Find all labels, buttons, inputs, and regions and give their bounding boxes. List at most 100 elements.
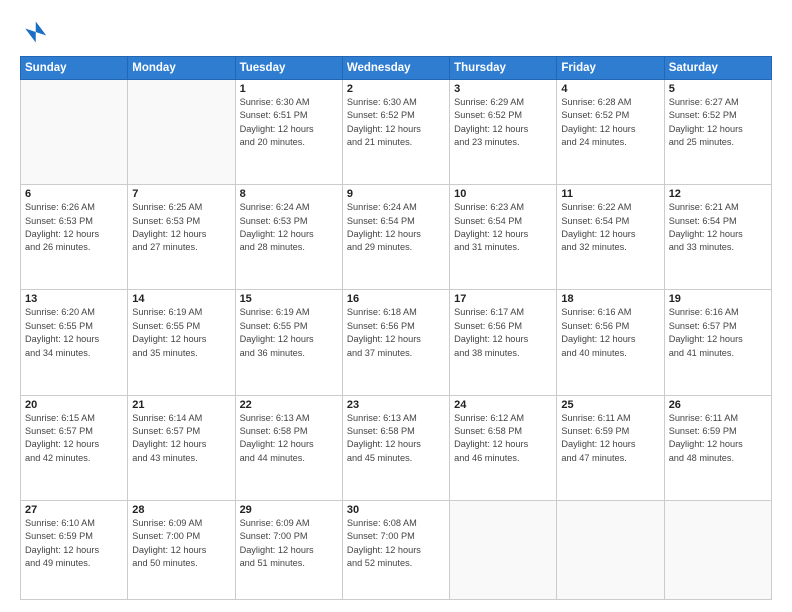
sun-info: Sunrise: 6:11 AMSunset: 6:59 PMDaylight:… — [561, 412, 659, 465]
day-number: 20 — [25, 399, 123, 411]
calendar-cell: 2Sunrise: 6:30 AMSunset: 6:52 PMDaylight… — [342, 80, 449, 185]
calendar-table: SundayMondayTuesdayWednesdayThursdayFrid… — [20, 56, 772, 600]
sun-info: Sunrise: 6:19 AMSunset: 6:55 PMDaylight:… — [240, 306, 338, 359]
sun-info: Sunrise: 6:09 AMSunset: 7:00 PMDaylight:… — [132, 517, 230, 570]
calendar-cell: 19Sunrise: 6:16 AMSunset: 6:57 PMDayligh… — [664, 290, 771, 395]
calendar-cell: 30Sunrise: 6:08 AMSunset: 7:00 PMDayligh… — [342, 500, 449, 599]
day-number: 18 — [561, 293, 659, 305]
sun-info: Sunrise: 6:24 AMSunset: 6:54 PMDaylight:… — [347, 201, 445, 254]
sun-info: Sunrise: 6:10 AMSunset: 6:59 PMDaylight:… — [25, 517, 123, 570]
sun-info: Sunrise: 6:19 AMSunset: 6:55 PMDaylight:… — [132, 306, 230, 359]
sun-info: Sunrise: 6:16 AMSunset: 6:57 PMDaylight:… — [669, 306, 767, 359]
day-number: 26 — [669, 399, 767, 411]
sun-info: Sunrise: 6:26 AMSunset: 6:53 PMDaylight:… — [25, 201, 123, 254]
day-number: 21 — [132, 399, 230, 411]
sun-info: Sunrise: 6:30 AMSunset: 6:51 PMDaylight:… — [240, 96, 338, 149]
calendar-cell — [128, 80, 235, 185]
calendar-cell: 24Sunrise: 6:12 AMSunset: 6:58 PMDayligh… — [450, 395, 557, 500]
calendar-header-row: SundayMondayTuesdayWednesdayThursdayFrid… — [21, 57, 772, 80]
sun-info: Sunrise: 6:12 AMSunset: 6:58 PMDaylight:… — [454, 412, 552, 465]
calendar-cell: 29Sunrise: 6:09 AMSunset: 7:00 PMDayligh… — [235, 500, 342, 599]
calendar-cell: 10Sunrise: 6:23 AMSunset: 6:54 PMDayligh… — [450, 185, 557, 290]
day-number: 13 — [25, 293, 123, 305]
day-number: 25 — [561, 399, 659, 411]
day-number: 30 — [347, 504, 445, 516]
calendar-cell — [664, 500, 771, 599]
calendar-week-row: 6Sunrise: 6:26 AMSunset: 6:53 PMDaylight… — [21, 185, 772, 290]
sun-info: Sunrise: 6:15 AMSunset: 6:57 PMDaylight:… — [25, 412, 123, 465]
day-number: 27 — [25, 504, 123, 516]
day-number: 19 — [669, 293, 767, 305]
day-number: 9 — [347, 188, 445, 200]
logo-icon — [20, 18, 48, 46]
sun-info: Sunrise: 6:30 AMSunset: 6:52 PMDaylight:… — [347, 96, 445, 149]
day-number: 7 — [132, 188, 230, 200]
day-number: 17 — [454, 293, 552, 305]
day-number: 29 — [240, 504, 338, 516]
sun-info: Sunrise: 6:17 AMSunset: 6:56 PMDaylight:… — [454, 306, 552, 359]
sun-info: Sunrise: 6:22 AMSunset: 6:54 PMDaylight:… — [561, 201, 659, 254]
calendar-cell: 16Sunrise: 6:18 AMSunset: 6:56 PMDayligh… — [342, 290, 449, 395]
day-number: 4 — [561, 83, 659, 95]
calendar-cell: 23Sunrise: 6:13 AMSunset: 6:58 PMDayligh… — [342, 395, 449, 500]
calendar-header-wednesday: Wednesday — [342, 57, 449, 80]
sun-info: Sunrise: 6:16 AMSunset: 6:56 PMDaylight:… — [561, 306, 659, 359]
sun-info: Sunrise: 6:23 AMSunset: 6:54 PMDaylight:… — [454, 201, 552, 254]
day-number: 6 — [25, 188, 123, 200]
calendar-cell: 27Sunrise: 6:10 AMSunset: 6:59 PMDayligh… — [21, 500, 128, 599]
sun-info: Sunrise: 6:28 AMSunset: 6:52 PMDaylight:… — [561, 96, 659, 149]
calendar-cell: 21Sunrise: 6:14 AMSunset: 6:57 PMDayligh… — [128, 395, 235, 500]
sun-info: Sunrise: 6:18 AMSunset: 6:56 PMDaylight:… — [347, 306, 445, 359]
calendar-cell: 20Sunrise: 6:15 AMSunset: 6:57 PMDayligh… — [21, 395, 128, 500]
day-number: 1 — [240, 83, 338, 95]
sun-info: Sunrise: 6:09 AMSunset: 7:00 PMDaylight:… — [240, 517, 338, 570]
calendar-cell: 3Sunrise: 6:29 AMSunset: 6:52 PMDaylight… — [450, 80, 557, 185]
sun-info: Sunrise: 6:13 AMSunset: 6:58 PMDaylight:… — [347, 412, 445, 465]
sun-info: Sunrise: 6:27 AMSunset: 6:52 PMDaylight:… — [669, 96, 767, 149]
sun-info: Sunrise: 6:24 AMSunset: 6:53 PMDaylight:… — [240, 201, 338, 254]
calendar-header-monday: Monday — [128, 57, 235, 80]
header — [20, 18, 772, 46]
calendar-cell: 22Sunrise: 6:13 AMSunset: 6:58 PMDayligh… — [235, 395, 342, 500]
day-number: 3 — [454, 83, 552, 95]
day-number: 10 — [454, 188, 552, 200]
calendar-header-thursday: Thursday — [450, 57, 557, 80]
calendar-header-saturday: Saturday — [664, 57, 771, 80]
calendar-cell: 8Sunrise: 6:24 AMSunset: 6:53 PMDaylight… — [235, 185, 342, 290]
sun-info: Sunrise: 6:20 AMSunset: 6:55 PMDaylight:… — [25, 306, 123, 359]
day-number: 22 — [240, 399, 338, 411]
day-number: 12 — [669, 188, 767, 200]
calendar-cell: 18Sunrise: 6:16 AMSunset: 6:56 PMDayligh… — [557, 290, 664, 395]
calendar-cell — [557, 500, 664, 599]
day-number: 28 — [132, 504, 230, 516]
day-number: 5 — [669, 83, 767, 95]
calendar-cell: 4Sunrise: 6:28 AMSunset: 6:52 PMDaylight… — [557, 80, 664, 185]
day-number: 15 — [240, 293, 338, 305]
calendar-cell: 5Sunrise: 6:27 AMSunset: 6:52 PMDaylight… — [664, 80, 771, 185]
sun-info: Sunrise: 6:29 AMSunset: 6:52 PMDaylight:… — [454, 96, 552, 149]
day-number: 11 — [561, 188, 659, 200]
calendar-cell: 6Sunrise: 6:26 AMSunset: 6:53 PMDaylight… — [21, 185, 128, 290]
day-number: 14 — [132, 293, 230, 305]
calendar-header-friday: Friday — [557, 57, 664, 80]
day-number: 23 — [347, 399, 445, 411]
logo — [20, 18, 52, 46]
calendar-cell: 7Sunrise: 6:25 AMSunset: 6:53 PMDaylight… — [128, 185, 235, 290]
calendar-cell: 15Sunrise: 6:19 AMSunset: 6:55 PMDayligh… — [235, 290, 342, 395]
calendar-cell: 13Sunrise: 6:20 AMSunset: 6:55 PMDayligh… — [21, 290, 128, 395]
sun-info: Sunrise: 6:25 AMSunset: 6:53 PMDaylight:… — [132, 201, 230, 254]
day-number: 2 — [347, 83, 445, 95]
sun-info: Sunrise: 6:14 AMSunset: 6:57 PMDaylight:… — [132, 412, 230, 465]
calendar-week-row: 1Sunrise: 6:30 AMSunset: 6:51 PMDaylight… — [21, 80, 772, 185]
calendar-cell — [450, 500, 557, 599]
page: SundayMondayTuesdayWednesdayThursdayFrid… — [0, 0, 792, 612]
calendar-cell: 25Sunrise: 6:11 AMSunset: 6:59 PMDayligh… — [557, 395, 664, 500]
day-number: 16 — [347, 293, 445, 305]
sun-info: Sunrise: 6:21 AMSunset: 6:54 PMDaylight:… — [669, 201, 767, 254]
sun-info: Sunrise: 6:11 AMSunset: 6:59 PMDaylight:… — [669, 412, 767, 465]
sun-info: Sunrise: 6:08 AMSunset: 7:00 PMDaylight:… — [347, 517, 445, 570]
calendar-cell: 14Sunrise: 6:19 AMSunset: 6:55 PMDayligh… — [128, 290, 235, 395]
calendar-week-row: 13Sunrise: 6:20 AMSunset: 6:55 PMDayligh… — [21, 290, 772, 395]
calendar-cell: 9Sunrise: 6:24 AMSunset: 6:54 PMDaylight… — [342, 185, 449, 290]
calendar-cell: 12Sunrise: 6:21 AMSunset: 6:54 PMDayligh… — [664, 185, 771, 290]
